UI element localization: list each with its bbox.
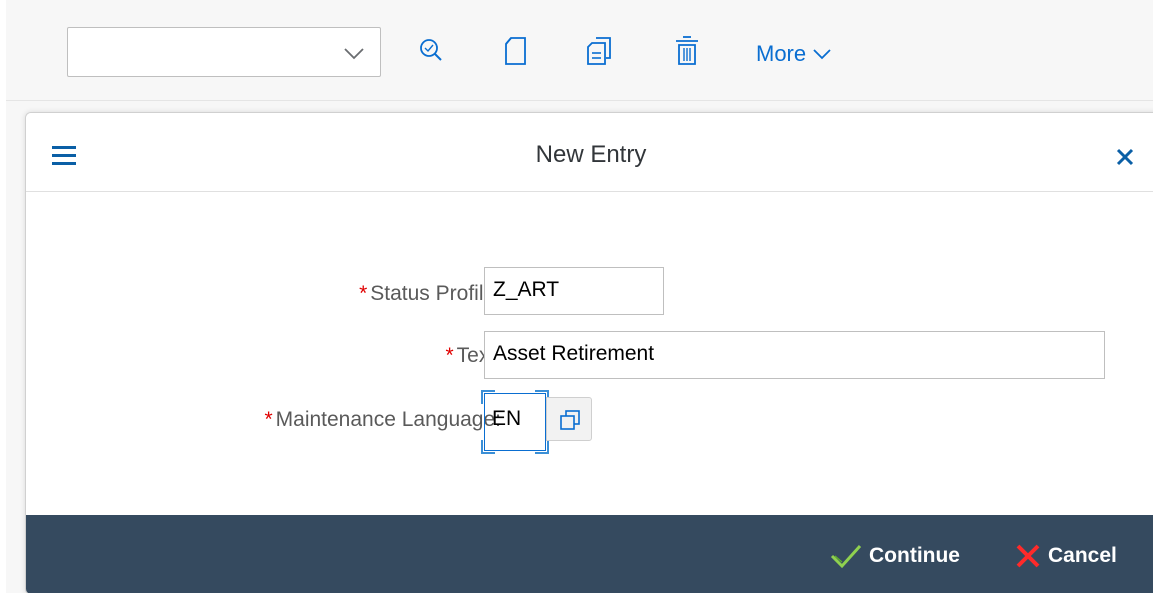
close-icon[interactable]: [1115, 147, 1135, 167]
dialog-title: New Entry: [535, 141, 647, 168]
chevron-down-icon: [813, 49, 831, 60]
text-value: Asset Retirement: [493, 342, 655, 365]
required-marker: *: [359, 282, 368, 305]
cancel-label: Cancel: [1048, 544, 1117, 567]
page: More New Entry * Status Profile: Z_ART *…: [0, 0, 1153, 593]
copy-icon[interactable]: [586, 36, 612, 66]
maintenance-language-field[interactable]: EN: [481, 390, 549, 454]
chevron-down-icon[interactable]: [342, 43, 366, 63]
toolbar: More: [6, 0, 1153, 101]
cancel-icon: [1016, 544, 1040, 568]
value-help-icon: [560, 410, 580, 430]
status-profile-label: * Status Profile:: [359, 282, 501, 306]
variant-combobox[interactable]: [67, 27, 381, 77]
value-help-button[interactable]: [546, 397, 592, 441]
required-marker: *: [264, 408, 273, 431]
status-profile-label-text: Status Profile:: [370, 282, 501, 305]
status-profile-input[interactable]: Z_ART: [484, 267, 664, 315]
focus-corner: [481, 440, 495, 454]
check-icon: [830, 544, 862, 569]
more-button[interactable]: More: [756, 38, 832, 70]
new-entry-dialog: New Entry * Status Profile: Z_ART * Text: …: [25, 112, 1153, 593]
maintenance-language-label-text: Maintenance Language:: [275, 408, 501, 431]
focus-corner: [535, 440, 549, 454]
maintenance-language-label: * Maintenance Language:: [264, 408, 501, 432]
continue-label: Continue: [869, 544, 960, 567]
delete-icon[interactable]: [674, 36, 700, 66]
more-label: More: [756, 41, 807, 66]
dialog-header: New Entry: [26, 113, 1153, 192]
focus-corner: [481, 390, 495, 404]
status-profile-value: Z_ART: [493, 278, 560, 301]
maintenance-language-value: EN: [492, 407, 522, 430]
required-marker: *: [445, 344, 454, 367]
dialog-footer: Continue Cancel: [26, 515, 1153, 593]
continue-button[interactable]: Continue: [829, 541, 960, 571]
text-input[interactable]: Asset Retirement: [484, 331, 1105, 379]
new-document-icon[interactable]: [503, 36, 529, 66]
search-icon[interactable]: [418, 36, 444, 66]
cancel-button[interactable]: Cancel: [1014, 541, 1117, 571]
